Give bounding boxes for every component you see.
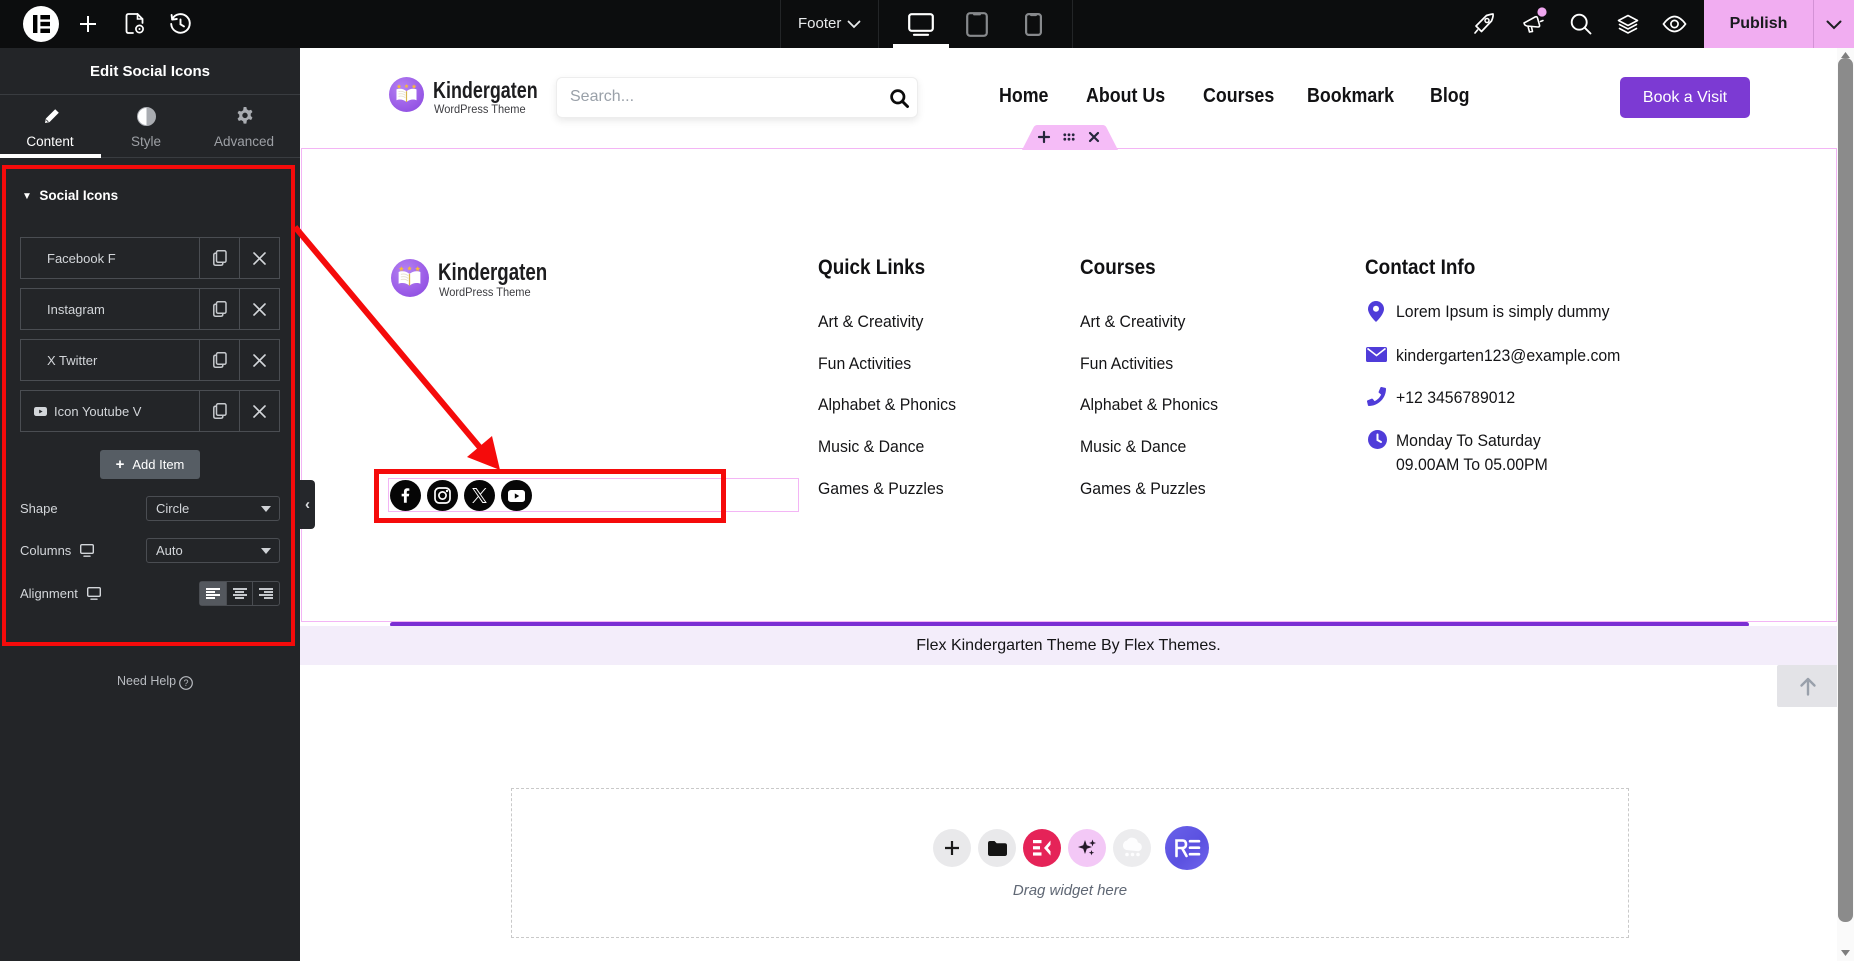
svg-text:?: ? xyxy=(183,678,188,688)
